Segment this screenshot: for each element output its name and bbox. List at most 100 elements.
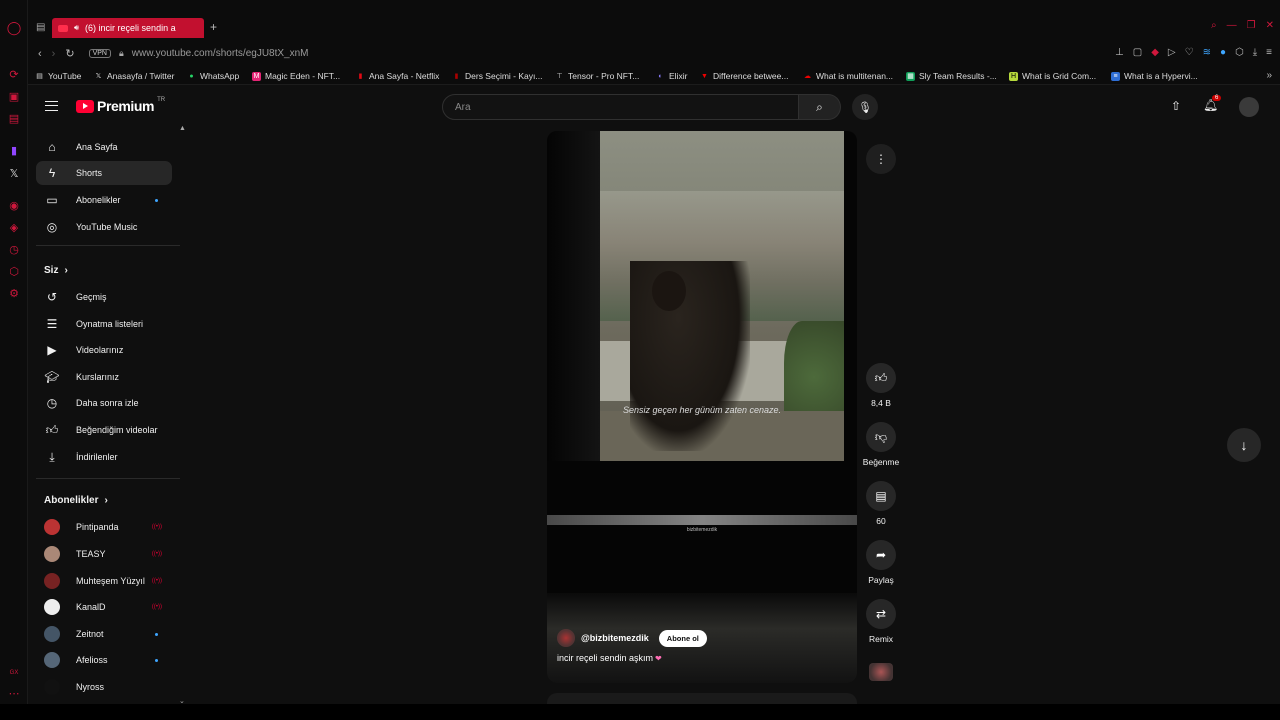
- bookmark-item[interactable]: H What is Grid Com...: [1009, 71, 1096, 81]
- subscription-item[interactable]: KanalD ((•)): [36, 595, 172, 619]
- scroll-up-arrow-icon[interactable]: ▲: [179, 125, 186, 132]
- bookmark-item[interactable]: ▤ YouTube: [35, 71, 81, 81]
- pocket-icon[interactable]: ◆: [1151, 47, 1159, 58]
- reload-button[interactable]: ↻: [65, 47, 74, 60]
- x-icon: 𝕏: [95, 73, 102, 80]
- maximize-button[interactable]: ❐: [1247, 20, 1256, 31]
- twitch-icon[interactable]: ▮: [7, 143, 21, 157]
- search-button[interactable]: ⌕: [799, 94, 841, 120]
- bookmark-item[interactable]: 𝕏 Anasayfa / Twitter: [94, 71, 175, 81]
- tab-youtube-shorts[interactable]: 🔊︎ (6) incir reçeli sendin a: [52, 18, 204, 38]
- window-controls: ⌕ — ❐ ✕: [1211, 20, 1274, 31]
- bag-icon[interactable]: ▣: [7, 89, 21, 103]
- gx-icon[interactable]: GX: [7, 666, 21, 680]
- channel-avatar[interactable]: [557, 629, 575, 647]
- sidebar-item-music[interactable]: ◎ YouTube Music: [36, 215, 172, 239]
- section-you[interactable]: Siz ›: [44, 265, 68, 276]
- bookmark-item[interactable]: M Magic Eden - NFT...: [252, 71, 340, 81]
- sidebar-item-home[interactable]: ⌂ Ana Sayfa: [36, 135, 172, 159]
- extension-blue-icon[interactable]: ●: [1220, 47, 1226, 58]
- liked-icon: 👍︎: [45, 422, 59, 437]
- subscription-item[interactable]: Pintipanda ((•)): [36, 515, 172, 539]
- url-field[interactable]: www.youtube.com/shorts/egJU8tX_xnM: [132, 48, 309, 59]
- bookmark-item[interactable]: ▦ Sly Team Results -...: [906, 71, 997, 81]
- shorts-video-player[interactable]: Sensiz geçen her günüm zaten cenaze. biz…: [547, 131, 857, 683]
- sidebar-item-history[interactable]: ↺ Geçmiş: [36, 285, 172, 309]
- play-icon[interactable]: ▷: [1168, 47, 1176, 58]
- sidebar-item-subscriptions[interactable]: ▭ Abonelikler: [36, 188, 172, 212]
- create-upload-icon[interactable]: ⇧: [1171, 99, 1181, 113]
- menu-icon[interactable]: ≡: [1266, 47, 1272, 58]
- share-button[interactable]: ➦: [866, 540, 896, 570]
- minimize-button[interactable]: —: [1227, 20, 1237, 31]
- video-caption[interactable]: incir reçeli sendin aşkım ❤: [557, 653, 662, 663]
- extensions-icon[interactable]: ⬡: [1235, 47, 1244, 58]
- subscription-item[interactable]: Muhteşem Yüzyıl ((•)): [36, 569, 172, 593]
- subscribe-button[interactable]: Abone ol: [658, 629, 707, 647]
- next-video-button[interactable]: ↓: [1227, 428, 1261, 462]
- channel-name[interactable]: @bizbitemezdik: [581, 633, 649, 643]
- settings-icon[interactable]: ⚙: [7, 286, 21, 300]
- bookmark-item[interactable]: ● WhatsApp: [187, 71, 239, 81]
- bookmark-item[interactable]: ◐ Elixir: [656, 71, 687, 81]
- dislike-label: Beğenme: [862, 457, 900, 467]
- vpn-badge[interactable]: VPN: [88, 49, 111, 58]
- bookmark-item[interactable]: ▼ Difference betwee...: [700, 71, 788, 81]
- like-button[interactable]: 👍︎: [866, 363, 896, 393]
- comments-button[interactable]: ▤: [866, 481, 896, 511]
- sidebar-item-liked[interactable]: 👍︎ Beğendiğim videolar: [36, 418, 172, 442]
- bookmark-item[interactable]: ▮ Ana Sayfa - Netflix: [356, 71, 440, 81]
- sidebar-item-downloads[interactable]: ⤓ İndirilenler: [36, 445, 172, 469]
- heart-icon[interactable]: ♡: [1185, 47, 1194, 58]
- speaker-icon[interactable]: 🔊︎: [74, 23, 79, 33]
- wallet-icon[interactable]: ◈: [7, 220, 21, 234]
- channel-avatar: [44, 652, 60, 668]
- youtube-logo[interactable]: Premium TR: [76, 97, 165, 114]
- forward-button[interactable]: ›: [52, 48, 56, 60]
- search-tabs-icon[interactable]: ⌕: [1211, 20, 1217, 31]
- page-icon[interactable]: ▤: [36, 22, 45, 33]
- voice-search-button[interactable]: 🎙︎: [852, 94, 878, 120]
- subscription-item[interactable]: Nyross: [36, 675, 172, 699]
- opera-logo-icon[interactable]: ◯: [7, 20, 22, 35]
- sidebar-item-courses[interactable]: 🎓︎ Kurslarınız: [36, 365, 172, 389]
- x-icon[interactable]: 𝕏: [7, 166, 21, 180]
- section-subscriptions[interactable]: Abonelikler ›: [44, 495, 108, 506]
- close-button[interactable]: ✕: [1266, 20, 1274, 31]
- remix-button[interactable]: ⇄: [866, 599, 896, 629]
- dislike-button[interactable]: 👎︎: [866, 422, 896, 452]
- sound-thumbnail[interactable]: [869, 663, 893, 681]
- search-input[interactable]: Ara: [442, 94, 799, 120]
- history-icon[interactable]: ◷: [7, 242, 21, 256]
- player-icon[interactable]: ◉: [7, 198, 21, 212]
- sidebar-item-shorts[interactable]: ϟ Shorts: [36, 161, 172, 185]
- chat-icon[interactable]: ▤: [7, 111, 21, 125]
- cube-icon[interactable]: ⬡: [7, 264, 21, 278]
- new-tab-button[interactable]: +: [210, 20, 217, 34]
- subscription-item[interactable]: Afelioss: [36, 648, 172, 672]
- shorts-icon: ϟ: [48, 166, 56, 180]
- subscription-item[interactable]: Zeitnot: [36, 622, 172, 646]
- bookmarks-more-icon[interactable]: »: [1266, 70, 1272, 81]
- audio-icon[interactable]: ≋: [1203, 47, 1211, 58]
- sidebar-item-playlists[interactable]: ☰ Oynatma listeleri: [36, 312, 172, 336]
- bookmark-item[interactable]: ≡ What is a Hypervi...: [1111, 71, 1198, 81]
- menu-hamburger-icon[interactable]: [45, 101, 58, 111]
- refresh-circle-icon[interactable]: ⟳: [7, 67, 21, 81]
- sidebar-item-your-videos[interactable]: ▶ Videolarınız: [36, 338, 172, 362]
- snapshot-icon[interactable]: ▢: [1133, 47, 1142, 58]
- bookmark-item[interactable]: ⊤ Tensor - Pro NFT...: [555, 71, 639, 81]
- logo-text: Premium: [97, 98, 155, 114]
- pin-icon[interactable]: ⊥: [1115, 47, 1124, 58]
- download-icon[interactable]: ⤓: [1253, 47, 1257, 58]
- more-options-button[interactable]: ⋮: [866, 144, 896, 174]
- bookmark-item[interactable]: ☁ What is multitenan...: [803, 71, 893, 81]
- sidebar-item-watch-later[interactable]: ◷ Daha sonra izle: [36, 391, 172, 415]
- lock-icon[interactable]: 🔒︎: [119, 48, 124, 59]
- bottom-bar: [0, 704, 1280, 720]
- bookmark-item[interactable]: ▮ Ders Seçimi - Kayı...: [452, 71, 543, 81]
- more-icon[interactable]: ⋯: [7, 686, 21, 700]
- subscription-item[interactable]: TEASY ((•)): [36, 542, 172, 566]
- back-button[interactable]: ‹: [38, 48, 42, 60]
- account-avatar[interactable]: [1239, 97, 1259, 117]
